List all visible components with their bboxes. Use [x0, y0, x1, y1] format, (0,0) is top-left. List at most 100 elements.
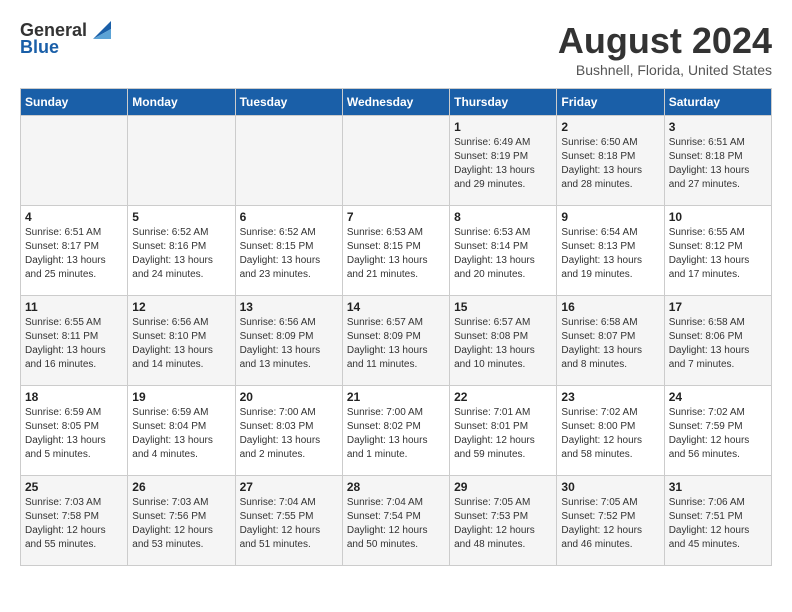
day-cell: 16 Sunrise: 6:58 AMSunset: 8:07 PMDayligh… — [557, 296, 664, 386]
logo-blue-text: Blue — [20, 37, 59, 58]
day-cell: 26 Sunrise: 7:03 AMSunset: 7:56 PMDayligh… — [128, 476, 235, 566]
day-cell: 7 Sunrise: 6:53 AMSunset: 8:15 PMDaylight… — [342, 206, 449, 296]
day-cell — [21, 116, 128, 206]
day-info: Sunrise: 7:02 AMSunset: 7:59 PMDaylight:… — [669, 406, 767, 462]
day-cell: 4 Sunrise: 6:51 AMSunset: 8:17 PMDaylight… — [21, 206, 128, 296]
day-number: 21 — [347, 390, 445, 404]
day-cell: 10Sunrise: 6:55 AMSunset: 8:12 PMDayligh… — [664, 206, 771, 296]
day-number: 13 — [240, 300, 338, 314]
day-info: Sunrise: 6:58 AMSunset: 8:07 PMDaylight:… — [561, 316, 659, 372]
day-cell: 22 Sunrise: 7:01 AMSunset: 8:01 PMDayligh… — [450, 386, 557, 476]
day-info: Sunrise: 6:58 AMSunset: 8:06 PMDaylight:… — [669, 316, 767, 372]
day-info: Sunrise: 6:59 AMSunset: 8:04 PMDaylight:… — [132, 406, 230, 462]
month-title: August 2024 — [558, 20, 772, 62]
day-number: 8 — [454, 210, 552, 224]
day-number: 17 — [669, 300, 767, 314]
day-number: 6 — [240, 210, 338, 224]
day-cell: 8 Sunrise: 6:53 AMSunset: 8:14 PMDaylight… — [450, 206, 557, 296]
day-cell: 18Sunrise: 6:59 AMSunset: 8:05 PMDayligh… — [21, 386, 128, 476]
day-cell: 24 Sunrise: 7:02 AMSunset: 7:59 PMDayligh… — [664, 386, 771, 476]
day-number: 31 — [669, 480, 767, 494]
title-block: August 2024 Bushnell, Florida, United St… — [558, 20, 772, 78]
weekday-header-thursday: Thursday — [450, 89, 557, 116]
day-cell: 29 Sunrise: 7:05 AMSunset: 7:53 PMDayligh… — [450, 476, 557, 566]
day-cell: 11Sunrise: 6:55 AMSunset: 8:11 PMDayligh… — [21, 296, 128, 386]
day-number: 22 — [454, 390, 552, 404]
week-row-1: 1Sunrise: 6:49 AMSunset: 8:19 PMDaylight… — [21, 116, 772, 206]
day-cell: 31 Sunrise: 7:06 AMSunset: 7:51 PMDayligh… — [664, 476, 771, 566]
day-number: 28 — [347, 480, 445, 494]
day-info: Sunrise: 6:53 AMSunset: 8:15 PMDaylight:… — [347, 226, 445, 282]
day-number: 23 — [561, 390, 659, 404]
day-cell: 27 Sunrise: 7:04 AMSunset: 7:55 PMDayligh… — [235, 476, 342, 566]
day-info: Sunrise: 6:59 AMSunset: 8:05 PMDaylight:… — [25, 406, 123, 462]
calendar-table: SundayMondayTuesdayWednesdayThursdayFrid… — [20, 88, 772, 566]
day-cell — [235, 116, 342, 206]
day-info: Sunrise: 6:53 AMSunset: 8:14 PMDaylight:… — [454, 226, 552, 282]
day-number: 20 — [240, 390, 338, 404]
day-info: Sunrise: 6:51 AMSunset: 8:18 PMDaylight:… — [669, 136, 767, 192]
day-cell: 21 Sunrise: 7:00 AMSunset: 8:02 PMDayligh… — [342, 386, 449, 476]
day-number: 26 — [132, 480, 230, 494]
day-cell: 3 Sunrise: 6:51 AMSunset: 8:18 PMDaylight… — [664, 116, 771, 206]
day-info: Sunrise: 7:04 AMSunset: 7:55 PMDaylight:… — [240, 496, 338, 552]
day-number: 2 — [561, 120, 659, 134]
day-number: 10 — [669, 210, 767, 224]
day-number: 1 — [454, 120, 552, 134]
day-cell: 23 Sunrise: 7:02 AMSunset: 8:00 PMDayligh… — [557, 386, 664, 476]
day-cell: 9Sunrise: 6:54 AMSunset: 8:13 PMDaylight… — [557, 206, 664, 296]
day-info: Sunrise: 7:01 AMSunset: 8:01 PMDaylight:… — [454, 406, 552, 462]
day-number: 5 — [132, 210, 230, 224]
day-info: Sunrise: 6:57 AMSunset: 8:08 PMDaylight:… — [454, 316, 552, 372]
day-number: 30 — [561, 480, 659, 494]
weekday-header-wednesday: Wednesday — [342, 89, 449, 116]
day-number: 4 — [25, 210, 123, 224]
weekday-header-row: SundayMondayTuesdayWednesdayThursdayFrid… — [21, 89, 772, 116]
day-number: 3 — [669, 120, 767, 134]
day-info: Sunrise: 7:03 AMSunset: 7:56 PMDaylight:… — [132, 496, 230, 552]
day-info: Sunrise: 7:05 AMSunset: 7:53 PMDaylight:… — [454, 496, 552, 552]
day-info: Sunrise: 7:03 AMSunset: 7:58 PMDaylight:… — [25, 496, 123, 552]
day-cell: 14 Sunrise: 6:57 AMSunset: 8:09 PMDayligh… — [342, 296, 449, 386]
day-info: Sunrise: 7:06 AMSunset: 7:51 PMDaylight:… — [669, 496, 767, 552]
logo: General Blue — [20, 20, 111, 58]
weekday-header-friday: Friday — [557, 89, 664, 116]
day-info: Sunrise: 7:00 AMSunset: 8:02 PMDaylight:… — [347, 406, 445, 462]
day-info: Sunrise: 6:52 AMSunset: 8:15 PMDaylight:… — [240, 226, 338, 282]
day-cell: 15 Sunrise: 6:57 AMSunset: 8:08 PMDayligh… — [450, 296, 557, 386]
location: Bushnell, Florida, United States — [558, 62, 772, 78]
page-header: General Blue August 2024 Bushnell, Flori… — [20, 20, 772, 78]
day-cell: 12 Sunrise: 6:56 AMSunset: 8:10 PMDayligh… — [128, 296, 235, 386]
day-cell: 20Sunrise: 7:00 AMSunset: 8:03 PMDayligh… — [235, 386, 342, 476]
day-number: 25 — [25, 480, 123, 494]
day-info: Sunrise: 6:56 AMSunset: 8:10 PMDaylight:… — [132, 316, 230, 372]
weekday-header-saturday: Saturday — [664, 89, 771, 116]
logo-icon — [89, 21, 111, 39]
day-info: Sunrise: 6:57 AMSunset: 8:09 PMDaylight:… — [347, 316, 445, 372]
day-info: Sunrise: 7:04 AMSunset: 7:54 PMDaylight:… — [347, 496, 445, 552]
week-row-2: 4 Sunrise: 6:51 AMSunset: 8:17 PMDaylight… — [21, 206, 772, 296]
day-number: 7 — [347, 210, 445, 224]
week-row-3: 11Sunrise: 6:55 AMSunset: 8:11 PMDayligh… — [21, 296, 772, 386]
day-number: 16 — [561, 300, 659, 314]
day-cell — [128, 116, 235, 206]
day-number: 15 — [454, 300, 552, 314]
day-number: 29 — [454, 480, 552, 494]
weekday-header-sunday: Sunday — [21, 89, 128, 116]
day-cell: 13Sunrise: 6:56 AMSunset: 8:09 PMDayligh… — [235, 296, 342, 386]
day-cell — [342, 116, 449, 206]
weekday-header-monday: Monday — [128, 89, 235, 116]
week-row-4: 18Sunrise: 6:59 AMSunset: 8:05 PMDayligh… — [21, 386, 772, 476]
day-cell: 6 Sunrise: 6:52 AMSunset: 8:15 PMDaylight… — [235, 206, 342, 296]
day-number: 27 — [240, 480, 338, 494]
day-info: Sunrise: 6:51 AMSunset: 8:17 PMDaylight:… — [25, 226, 123, 282]
day-info: Sunrise: 6:52 AMSunset: 8:16 PMDaylight:… — [132, 226, 230, 282]
day-number: 12 — [132, 300, 230, 314]
day-cell: 28 Sunrise: 7:04 AMSunset: 7:54 PMDayligh… — [342, 476, 449, 566]
week-row-5: 25 Sunrise: 7:03 AMSunset: 7:58 PMDayligh… — [21, 476, 772, 566]
day-info: Sunrise: 7:02 AMSunset: 8:00 PMDaylight:… — [561, 406, 659, 462]
day-number: 24 — [669, 390, 767, 404]
day-number: 14 — [347, 300, 445, 314]
day-cell: 17 Sunrise: 6:58 AMSunset: 8:06 PMDayligh… — [664, 296, 771, 386]
day-info: Sunrise: 7:05 AMSunset: 7:52 PMDaylight:… — [561, 496, 659, 552]
